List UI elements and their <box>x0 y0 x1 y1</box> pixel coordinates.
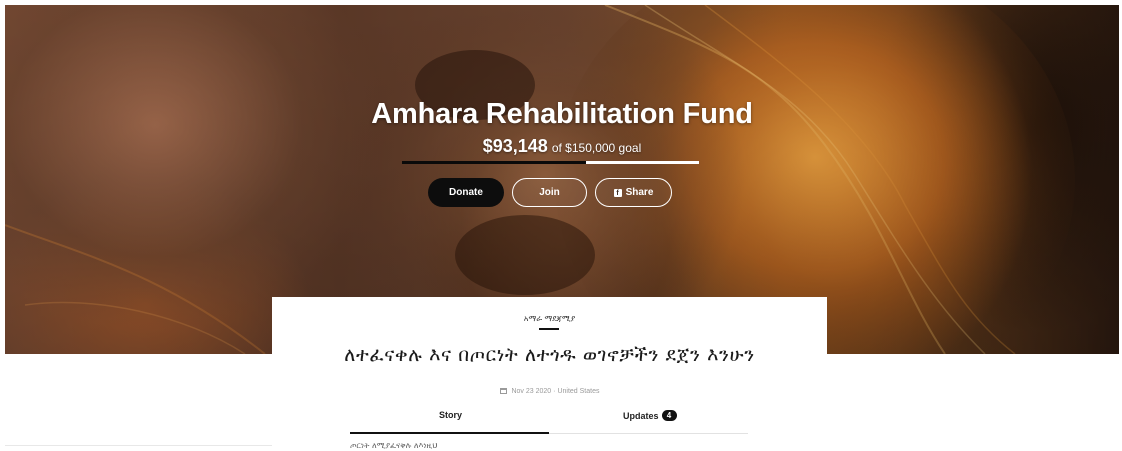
calendar-icon <box>499 388 507 394</box>
share-button[interactable]: f Share <box>595 178 672 207</box>
tab-updates[interactable]: Updates 4 <box>623 410 677 421</box>
updates-count-badge: 4 <box>661 410 677 421</box>
category-underline <box>539 328 559 330</box>
campaign-meta: Nov 23 2020 · United States <box>272 388 827 395</box>
facebook-icon: f <box>613 188 622 197</box>
fundraising-progress-fill <box>402 161 587 164</box>
goal-text: of $150,000 goal <box>551 141 642 155</box>
active-tab-indicator <box>350 432 549 434</box>
share-button-label: Share <box>625 187 654 198</box>
campaign-date: Nov 23 2020 <box>511 388 552 395</box>
tab-story-label: Story <box>439 410 463 420</box>
story-preview: ጦርነት ለሚያፈናቅሉ ለእነዚህ <box>350 441 438 450</box>
donate-button-label: Donate <box>449 187 483 198</box>
campaign-card: አማራ ማደጃሚያ ለተፈናቀሉ እና በጦርነት ለተጎዱ ወገኖቻችን ደጀ… <box>272 297 827 450</box>
campaign-location: United States <box>557 388 600 395</box>
tab-updates-label: Updates <box>623 410 659 421</box>
raised-summary: $93,148 of $150,000 goal <box>5 136 1119 157</box>
fundraising-progress-bar <box>402 161 699 164</box>
tab-story[interactable]: Story <box>439 410 462 420</box>
page-divider <box>5 445 272 446</box>
donate-button[interactable]: Donate <box>428 178 504 207</box>
campaign-category[interactable]: አማራ ማደጃሚያ <box>272 314 827 324</box>
raised-amount: $93,148 <box>482 136 548 156</box>
join-button[interactable]: Join <box>512 178 587 207</box>
meta-separator: · <box>553 388 556 395</box>
fund-title: Amhara Rehabilitation Fund <box>371 98 753 130</box>
join-button-label: Join <box>539 187 560 198</box>
campaign-title: ለተፈናቀሉ እና በጦርነት ለተጎዱ ወገኖቻችን ደጀን እንሁን <box>344 344 755 366</box>
